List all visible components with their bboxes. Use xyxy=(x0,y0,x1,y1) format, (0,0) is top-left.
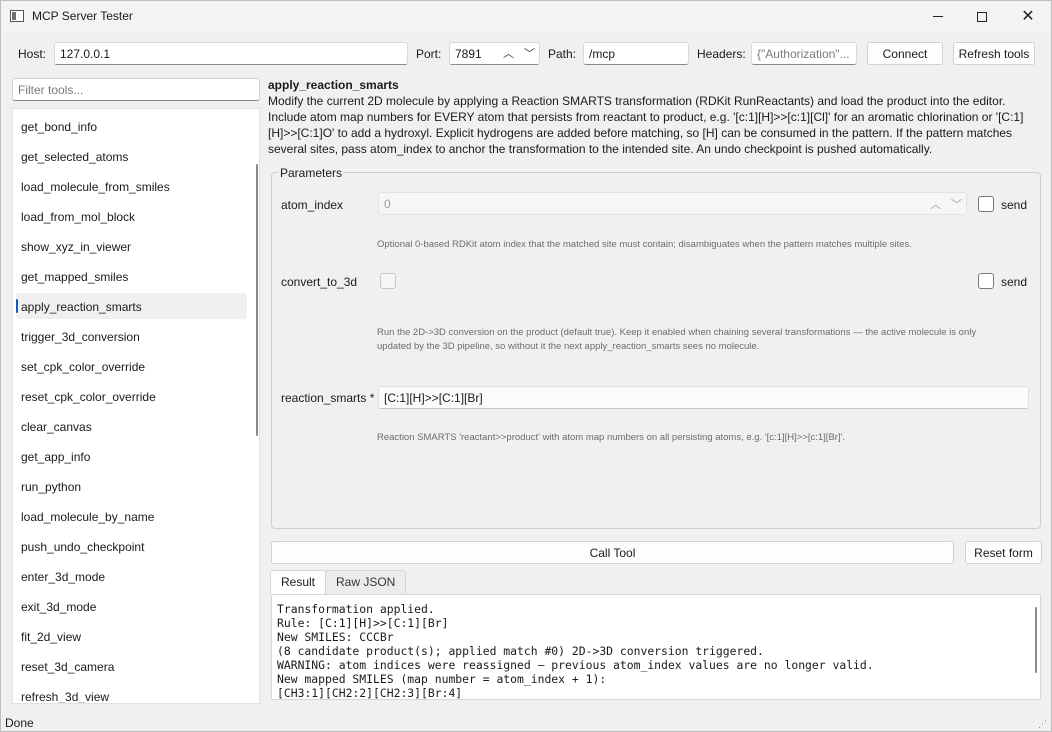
atom-index-hint: Optional 0-based RDKit atom index that t… xyxy=(377,239,912,250)
host-label: Host: xyxy=(18,47,47,61)
tool-list-item[interactable]: run_python xyxy=(16,473,247,499)
refresh-tools-button[interactable]: Refresh tools xyxy=(953,42,1035,65)
status-bar: Done ⋰ xyxy=(1,712,1051,732)
spin-up-icon[interactable]: ︿ xyxy=(930,196,941,212)
spin-up-icon[interactable]: ︿ xyxy=(503,45,514,61)
tool-list-item[interactable]: load_molecule_by_name xyxy=(16,503,247,529)
atom-index-label: atom_index xyxy=(281,198,344,212)
atom-index-send-checkbox[interactable] xyxy=(978,196,994,212)
spin-down-icon[interactable]: ﹀ xyxy=(524,45,535,61)
path-label: Path: xyxy=(548,47,577,61)
convert-to-3d-send-label: send xyxy=(1001,275,1028,289)
headers-label: Headers: xyxy=(697,47,746,61)
result-text: Transformation applied. Rule: [C:1][H]>>… xyxy=(277,602,874,700)
tool-list-item[interactable]: get_mapped_smiles xyxy=(16,263,247,289)
tool-list-item[interactable]: show_xyz_in_viewer xyxy=(16,233,247,259)
tool-list-scrollbar[interactable] xyxy=(256,164,258,436)
connect-button[interactable]: Connect xyxy=(867,42,943,65)
atom-index-spinbox[interactable]: 0 ︿ ﹀ xyxy=(378,192,967,215)
tool-list-item[interactable]: set_cpk_color_override xyxy=(16,353,247,379)
tool-list-item-selected[interactable]: apply_reaction_smarts xyxy=(16,293,247,319)
path-input[interactable]: /mcp xyxy=(583,42,689,65)
reset-form-button[interactable]: Reset form xyxy=(965,541,1042,564)
close-icon: ✕ xyxy=(1021,7,1035,25)
tool-list-item[interactable]: get_selected_atoms xyxy=(16,143,247,169)
status-text: Done xyxy=(5,716,34,730)
tool-list-item[interactable]: get_app_info xyxy=(16,443,247,469)
parameters-legend: Parameters xyxy=(278,166,345,180)
tool-list-item[interactable]: clear_canvas xyxy=(16,413,247,439)
tab-result[interactable]: Result xyxy=(270,570,327,594)
maximize-button[interactable] xyxy=(959,1,1005,32)
port-value: 7891 xyxy=(455,47,482,61)
atom-index-send-label: send xyxy=(1001,198,1028,212)
result-scrollbar[interactable] xyxy=(1035,607,1037,673)
tool-list-item[interactable]: reset_3d_camera xyxy=(16,653,247,679)
maximize-icon xyxy=(977,11,987,22)
window-title: MCP Server Tester xyxy=(32,9,133,23)
tab-raw-json[interactable]: Raw JSON xyxy=(325,570,407,594)
convert-to-3d-hint-line1: Run the 2D->3D conversion on the product… xyxy=(377,327,977,338)
resize-grip-icon[interactable]: ⋰ xyxy=(1038,719,1048,729)
tool-description: Modify the current 2D molecule by applyi… xyxy=(268,94,1024,156)
convert-to-3d-label: convert_to_3d xyxy=(281,275,358,289)
convert-to-3d-hint-line2: updated by the 3D pipeline, so without i… xyxy=(377,341,760,352)
port-spinbox[interactable]: 7891 ︿ ﹀ xyxy=(449,42,540,65)
tool-list-item[interactable]: reset_cpk_color_override xyxy=(16,383,247,409)
host-input[interactable]: 127.0.0.1 xyxy=(54,42,408,65)
minimize-icon xyxy=(933,16,943,17)
tool-list-item[interactable]: fit_2d_view xyxy=(16,623,247,649)
filter-tools-input[interactable]: Filter tools... xyxy=(12,78,260,101)
tool-list: get_bond_info get_selected_atoms load_mo… xyxy=(12,108,260,704)
tool-list-item[interactable]: get_bond_info xyxy=(16,113,247,139)
call-tool-button[interactable]: Call Tool xyxy=(271,541,954,564)
tool-list-item[interactable]: trigger_3d_conversion xyxy=(16,323,247,349)
reaction-smarts-label: reaction_smarts * xyxy=(281,391,375,405)
reaction-smarts-hint: Reaction SMARTS 'reactant>>product' with… xyxy=(377,432,846,443)
main-window: MCP Server Tester ✕ Host: 127.0.0.1 Port… xyxy=(0,0,1052,732)
convert-to-3d-checkbox[interactable] xyxy=(380,273,396,289)
tool-list-item[interactable]: refresh_3d_view xyxy=(16,683,247,703)
convert-to-3d-send-checkbox[interactable] xyxy=(978,273,994,289)
tool-list-item[interactable]: exit_3d_mode xyxy=(16,593,247,619)
atom-index-value: 0 xyxy=(384,197,391,211)
headers-input[interactable]: {"Authorization"... xyxy=(751,42,857,65)
close-button[interactable]: ✕ xyxy=(1005,1,1051,32)
port-label: Port: xyxy=(416,47,442,61)
tool-list-item[interactable]: enter_3d_mode xyxy=(16,563,247,589)
result-output[interactable]: Transformation applied. Rule: [C:1][H]>>… xyxy=(271,594,1041,700)
spin-down-icon[interactable]: ﹀ xyxy=(951,196,962,212)
tool-list-item[interactable]: load_molecule_from_smiles xyxy=(16,173,247,199)
connection-bar: Host: 127.0.0.1 Port: 7891 ︿ ﹀ Path: /mc… xyxy=(1,41,1051,67)
tool-title: apply_reaction_smarts xyxy=(268,78,399,92)
app-window-icon xyxy=(10,10,24,22)
title-bar: MCP Server Tester ✕ xyxy=(1,1,1051,32)
minimize-button[interactable] xyxy=(915,1,961,32)
tool-list-item[interactable]: push_undo_checkpoint xyxy=(16,533,247,559)
tool-list-item[interactable]: load_from_mol_block xyxy=(16,203,247,229)
reaction-smarts-input[interactable]: [C:1][H]>>[C:1][Br] xyxy=(378,386,1029,409)
